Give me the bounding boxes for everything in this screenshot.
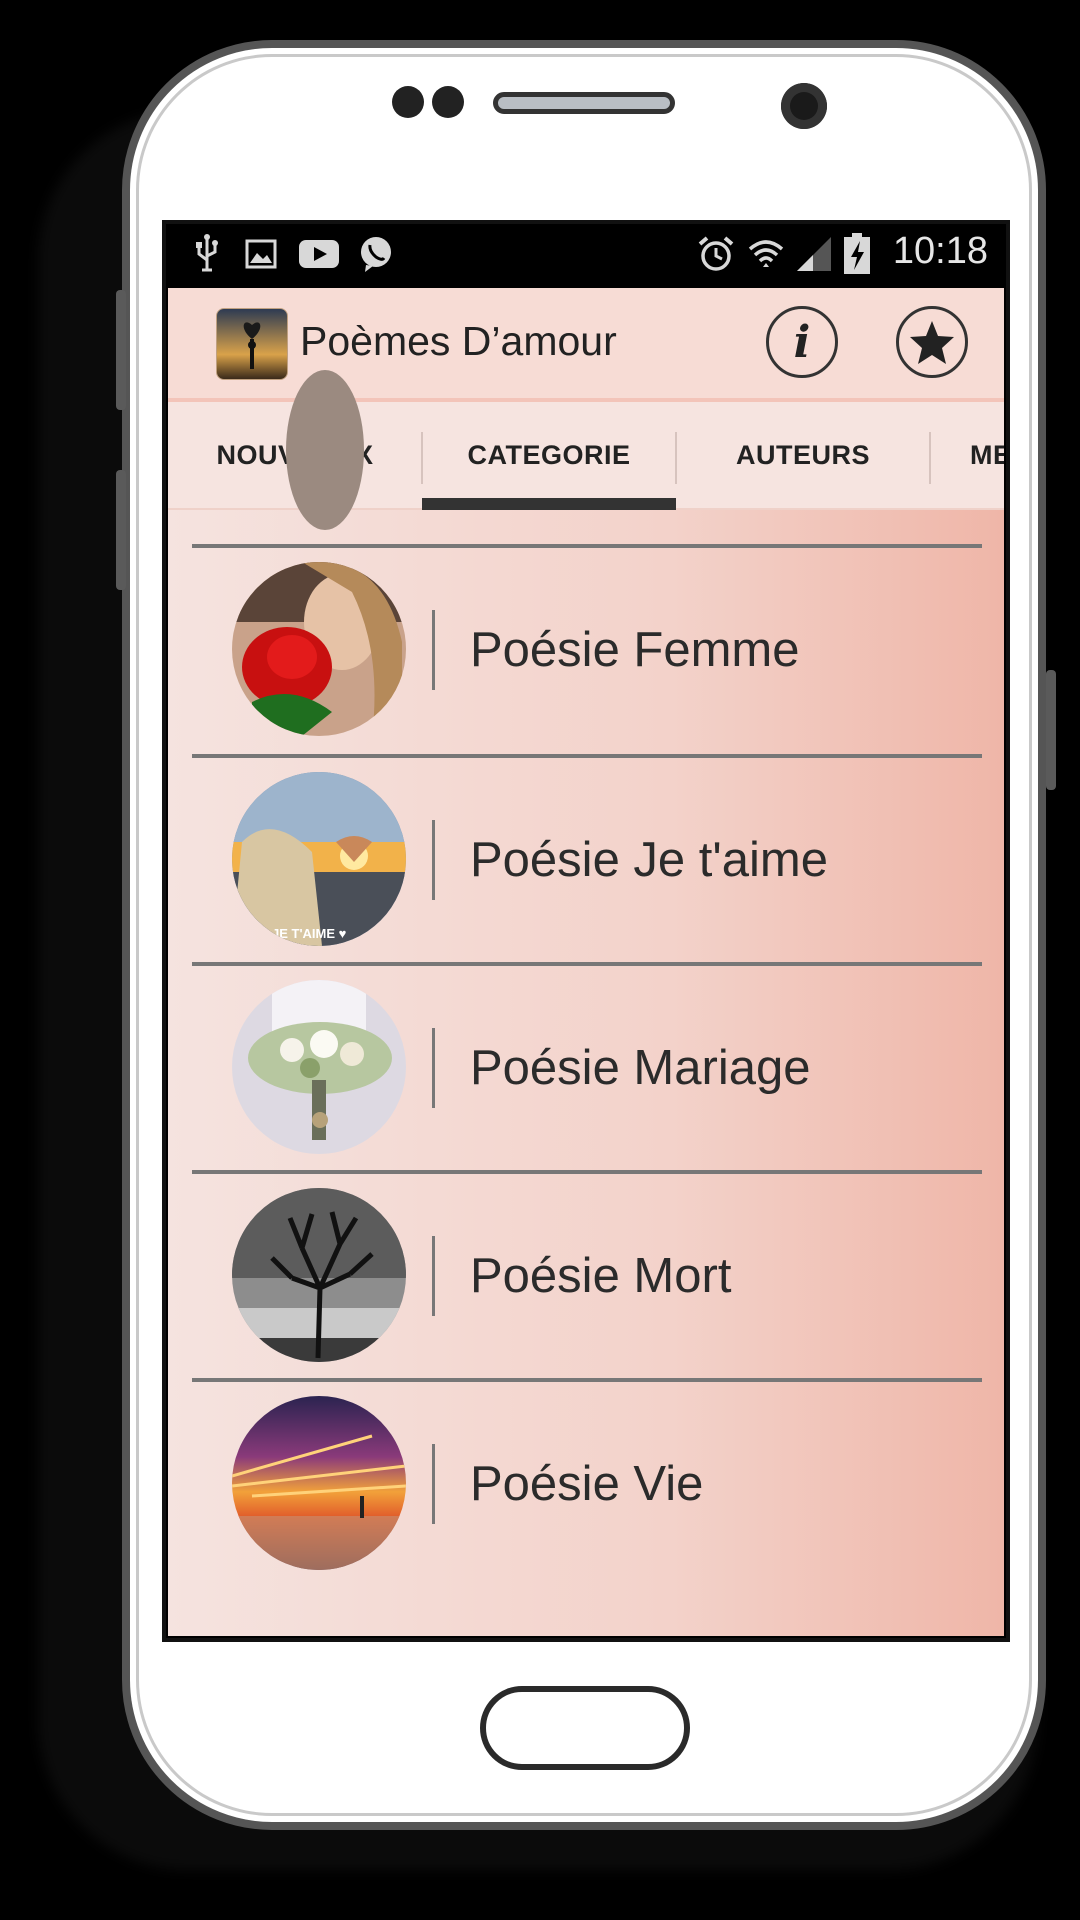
image-icon [244,234,278,274]
image-caption: JE T'AIME ♥ [272,926,347,941]
category-label: Poésie Mort [470,1249,732,1303]
item-separator [432,820,435,900]
category-avatar [232,1396,406,1570]
info-button[interactable]: i [766,306,838,378]
item-separator [432,1236,435,1316]
home-button[interactable] [480,1686,690,1770]
item-separator [432,1444,435,1524]
category-avatar [232,562,406,736]
phone-sensor [392,86,424,118]
category-item-mort[interactable]: Poésie Mort [168,1174,1004,1380]
item-separator [432,1028,435,1108]
phone-sensor [432,86,464,118]
signal-icon [794,234,834,274]
phone-power-button [1046,670,1056,790]
category-avatar [286,370,364,530]
star-icon [910,321,954,364]
category-item-vie[interactable]: Poésie Vie [168,1382,1004,1588]
item-separator [432,610,435,690]
category-label: Poésie Mariage [470,1041,811,1095]
phone-camera [781,83,827,129]
alarm-icon [696,234,736,274]
category-label: Poésie Femme [470,623,800,677]
category-item-mariage[interactable]: Poésie Mariage [168,966,1004,1172]
category-label: Poésie Je t'aime [470,833,828,887]
tab-auteurs[interactable]: AUTEURS [676,402,930,508]
viber-icon [356,234,396,274]
wifi-icon [746,234,786,274]
favorites-button[interactable] [896,306,968,378]
app-bar: Poèmes D’amour i [168,288,1004,402]
active-tab-indicator [422,498,676,510]
info-icon: i [793,316,811,368]
category-avatar: JE T'AIME ♥ [232,772,406,946]
phone-speaker [493,92,675,114]
usb-icon [192,234,222,274]
status-bar: 10:18 [162,220,1010,288]
youtube-icon [298,234,340,274]
app-title: Poèmes D’amour [300,318,617,364]
screen: 10:18 Poèmes D’amour i NOUVEAUX CATEGORI… [162,220,1010,1642]
category-avatar [232,1188,406,1362]
phone-volume-button [116,290,126,410]
category-item-je-taime[interactable]: JE T'AIME ♥ Poésie Je t'aime [168,758,1004,964]
category-item-femme[interactable]: Poésie Femme [168,548,1004,754]
app-logo [216,308,288,380]
phone-volume-button [116,470,126,590]
battery-charging-icon [842,233,872,274]
tab-more[interactable]: ME [930,402,1004,508]
tab-categorie[interactable]: CATEGORIE [422,402,676,508]
category-label: Poésie Vie [470,1457,704,1511]
category-avatar [232,980,406,1154]
app-content: Poèmes D’amour i NOUVEAUX CATEGORIE AUTE… [168,288,1004,1636]
status-time: 10:18 [892,230,988,272]
